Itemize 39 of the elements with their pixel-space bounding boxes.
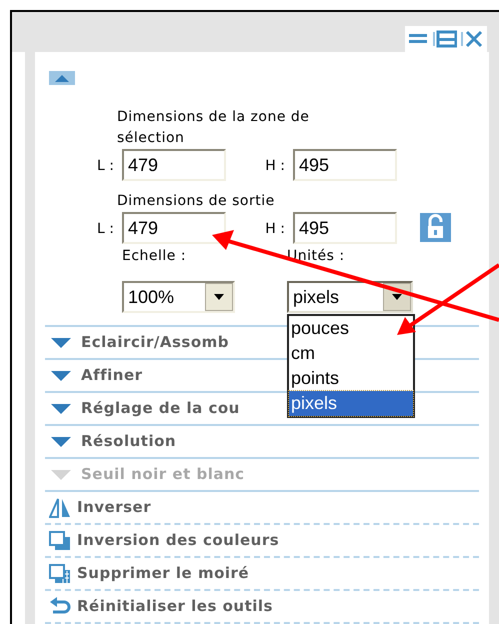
- height-field[interactable]: 495: [293, 149, 397, 181]
- tool-item[interactable]: Supprimer le moiré: [45, 558, 479, 591]
- expand-arrow-icon: [51, 404, 71, 414]
- height-label: H :: [264, 157, 286, 176]
- expand-arrow-icon: [51, 370, 71, 380]
- tool-item[interactable]: Inverser: [45, 492, 479, 525]
- unlocked-padlock-icon[interactable]: [420, 213, 451, 242]
- section-header[interactable]: Affiner: [81, 364, 143, 387]
- section-label: Dimensions de sortie: [117, 192, 275, 211]
- dropdown-option[interactable]: pixels: [289, 391, 413, 416]
- width-label: L :: [96, 157, 115, 176]
- section-header[interactable]: Réglage de la cou: [81, 397, 240, 420]
- height-label: H :: [264, 220, 286, 239]
- dropdown-option[interactable]: cm: [289, 341, 413, 366]
- grid-squares-icon: [49, 564, 71, 584]
- caret-icon: [205, 283, 233, 311]
- dropdown-option[interactable]: pouces: [289, 316, 413, 341]
- units-dropdown[interactable]: pixels: [287, 281, 413, 313]
- tool-item[interactable]: Inversion des couleurs: [45, 525, 479, 558]
- undo-arrow-icon: [49, 596, 71, 616]
- menu-icon[interactable]: [409, 32, 429, 46]
- tool-item[interactable]: Réinitialiser les outils: [45, 591, 479, 624]
- section-header[interactable]: Résolution: [81, 430, 176, 453]
- width-field[interactable]: 479: [122, 149, 226, 181]
- expand-arrow-icon: [51, 338, 71, 348]
- width-label: L :: [96, 220, 115, 239]
- close-icon[interactable]: [461, 30, 483, 48]
- scale-dropdown[interactable]: 100%: [122, 281, 235, 313]
- section-label: Dimensions de la zone de sélection: [117, 108, 310, 148]
- window-icon[interactable]: [433, 30, 457, 48]
- section-header[interactable]: Eclaircir/Assomb: [81, 331, 229, 354]
- layered-squares-icon: [49, 530, 71, 550]
- expand-arrow-icon: [51, 436, 71, 446]
- height-field[interactable]: 495: [293, 212, 397, 244]
- expand-arrow-icon: [51, 470, 71, 480]
- dropdown-option[interactable]: points: [289, 366, 413, 391]
- scale-label: Echelle :: [122, 247, 188, 266]
- flip-icon: [49, 498, 71, 518]
- width-field[interactable]: 479: [122, 212, 226, 244]
